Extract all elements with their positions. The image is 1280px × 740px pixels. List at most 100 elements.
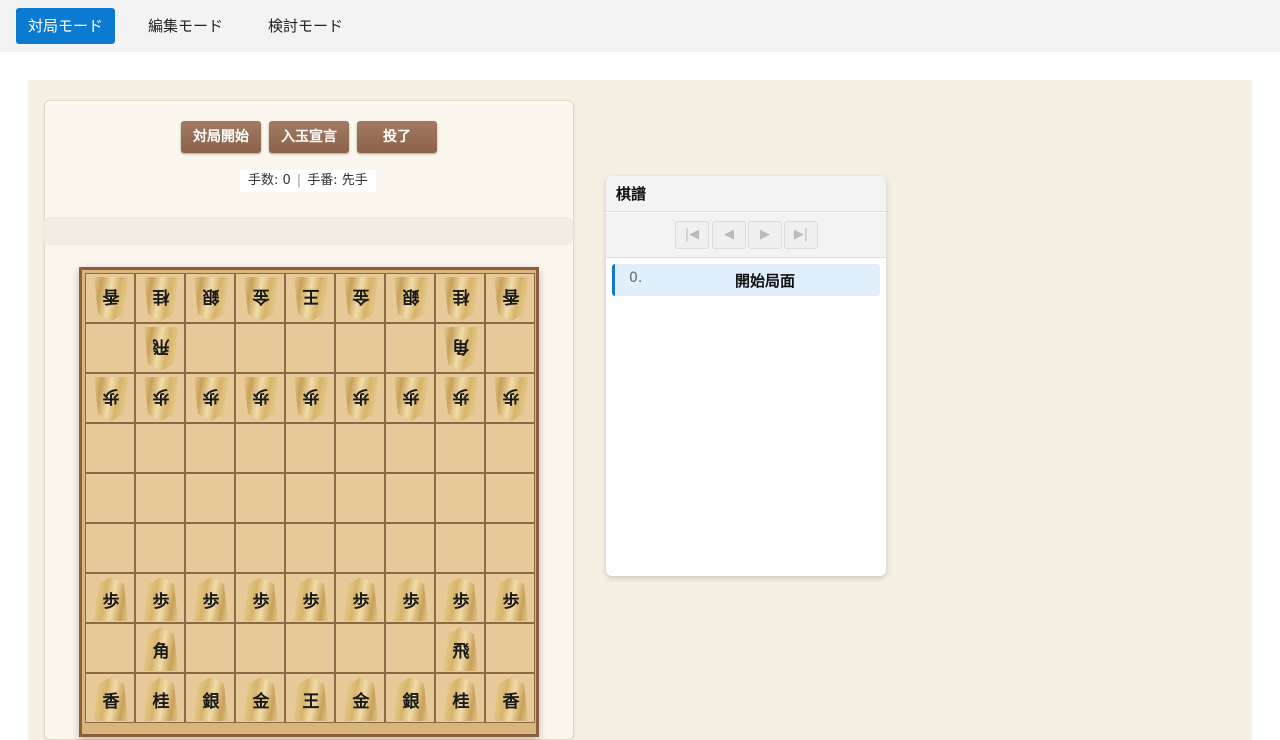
board-square[interactable]: [85, 523, 135, 573]
gote-piece[interactable]: 歩: [394, 377, 428, 421]
gote-piece[interactable]: 歩: [194, 377, 228, 421]
board-square[interactable]: 桂: [435, 673, 485, 723]
gote-piece[interactable]: 桂: [144, 277, 178, 321]
board-square[interactable]: [385, 473, 435, 523]
board-square[interactable]: 香: [85, 273, 135, 323]
board-square[interactable]: [335, 423, 385, 473]
gote-piece[interactable]: 金: [344, 277, 378, 321]
start-game-button[interactable]: 対局開始: [181, 121, 261, 153]
board-square[interactable]: [285, 523, 335, 573]
sente-piece[interactable]: 歩: [94, 577, 128, 621]
board-square[interactable]: [285, 323, 335, 373]
board-square[interactable]: 歩: [435, 573, 485, 623]
sente-piece[interactable]: 歩: [144, 577, 178, 621]
board-square[interactable]: [485, 323, 535, 373]
board-square[interactable]: [435, 523, 485, 573]
board-square[interactable]: 香: [485, 673, 535, 723]
board-square[interactable]: [385, 323, 435, 373]
gote-piece[interactable]: 歩: [294, 377, 328, 421]
board-square[interactable]: [485, 423, 535, 473]
gote-piece[interactable]: 角: [444, 327, 478, 371]
kifu-entry[interactable]: 0. 開始局面: [612, 264, 880, 296]
board-square[interactable]: 香: [485, 273, 535, 323]
gote-piece[interactable]: 歩: [144, 377, 178, 421]
board-square[interactable]: 王: [285, 273, 335, 323]
gote-piece[interactable]: 香: [494, 277, 528, 321]
tab-study-mode[interactable]: 検討モード: [256, 8, 355, 44]
board-square[interactable]: [185, 623, 235, 673]
board-square[interactable]: 桂: [435, 273, 485, 323]
board-square[interactable]: 歩: [385, 373, 435, 423]
board-square[interactable]: [435, 423, 485, 473]
board-square[interactable]: [235, 623, 285, 673]
board-square[interactable]: 金: [335, 273, 385, 323]
gote-piece[interactable]: 飛: [144, 327, 178, 371]
board-square[interactable]: 歩: [285, 573, 335, 623]
board-square[interactable]: 歩: [285, 373, 335, 423]
gote-piece[interactable]: 銀: [394, 277, 428, 321]
board-square[interactable]: 金: [335, 673, 385, 723]
board-square[interactable]: [335, 523, 385, 573]
board-square[interactable]: 王: [285, 673, 335, 723]
tab-game-mode[interactable]: 対局モード: [16, 8, 116, 44]
board-square[interactable]: [335, 623, 385, 673]
board-square[interactable]: 歩: [435, 373, 485, 423]
board-square[interactable]: 歩: [335, 573, 385, 623]
board-square[interactable]: [385, 523, 435, 573]
sente-piece[interactable]: 金: [244, 677, 278, 721]
board-square[interactable]: 歩: [485, 373, 535, 423]
board-square[interactable]: 飛: [135, 323, 185, 373]
last-move-button[interactable]: ▶|: [784, 221, 818, 249]
board-square[interactable]: 銀: [385, 273, 435, 323]
board-square[interactable]: [335, 473, 385, 523]
board-square[interactable]: [235, 323, 285, 373]
sente-piece[interactable]: 香: [94, 677, 128, 721]
board-square[interactable]: 桂: [135, 273, 185, 323]
board-square[interactable]: [185, 323, 235, 373]
board-square[interactable]: [185, 473, 235, 523]
board-square[interactable]: 香: [85, 673, 135, 723]
next-move-button[interactable]: ▶: [748, 221, 782, 249]
board-square[interactable]: [85, 323, 135, 373]
board-square[interactable]: [285, 623, 335, 673]
board-square[interactable]: [485, 623, 535, 673]
board-square[interactable]: [185, 423, 235, 473]
sente-piece[interactable]: 桂: [444, 677, 478, 721]
board-square[interactable]: 歩: [235, 573, 285, 623]
gote-piece[interactable]: 歩: [494, 377, 528, 421]
declare-entering-king-button[interactable]: 入玉宣言: [269, 121, 349, 153]
board-square[interactable]: [335, 323, 385, 373]
previous-move-button[interactable]: ◀: [712, 221, 746, 249]
sente-piece[interactable]: 角: [144, 627, 178, 671]
board-square[interactable]: 銀: [185, 673, 235, 723]
board-square[interactable]: 歩: [85, 573, 135, 623]
board-square[interactable]: [435, 473, 485, 523]
sente-piece[interactable]: 金: [344, 677, 378, 721]
sente-piece[interactable]: 歩: [394, 577, 428, 621]
board-square[interactable]: 歩: [135, 573, 185, 623]
board-square[interactable]: [385, 423, 435, 473]
board-square[interactable]: 歩: [85, 373, 135, 423]
board-square[interactable]: 角: [435, 323, 485, 373]
board-square[interactable]: 歩: [385, 573, 435, 623]
gote-piece[interactable]: 歩: [344, 377, 378, 421]
gote-piece[interactable]: 桂: [444, 277, 478, 321]
sente-piece[interactable]: 王: [294, 677, 328, 721]
board-square[interactable]: [85, 423, 135, 473]
board-square[interactable]: 歩: [135, 373, 185, 423]
sente-piece[interactable]: 銀: [194, 677, 228, 721]
board-square[interactable]: [185, 523, 235, 573]
sente-piece[interactable]: 歩: [244, 577, 278, 621]
board-square[interactable]: 桂: [135, 673, 185, 723]
sente-piece[interactable]: 銀: [394, 677, 428, 721]
board-square[interactable]: [85, 623, 135, 673]
board-square[interactable]: 金: [235, 673, 285, 723]
board-square[interactable]: [135, 423, 185, 473]
board-square[interactable]: 歩: [185, 573, 235, 623]
board-square[interactable]: 銀: [185, 273, 235, 323]
board-square[interactable]: [385, 623, 435, 673]
gote-piece[interactable]: 王: [294, 277, 328, 321]
board-square[interactable]: 歩: [335, 373, 385, 423]
board-square[interactable]: [235, 473, 285, 523]
board-square[interactable]: 銀: [385, 673, 435, 723]
